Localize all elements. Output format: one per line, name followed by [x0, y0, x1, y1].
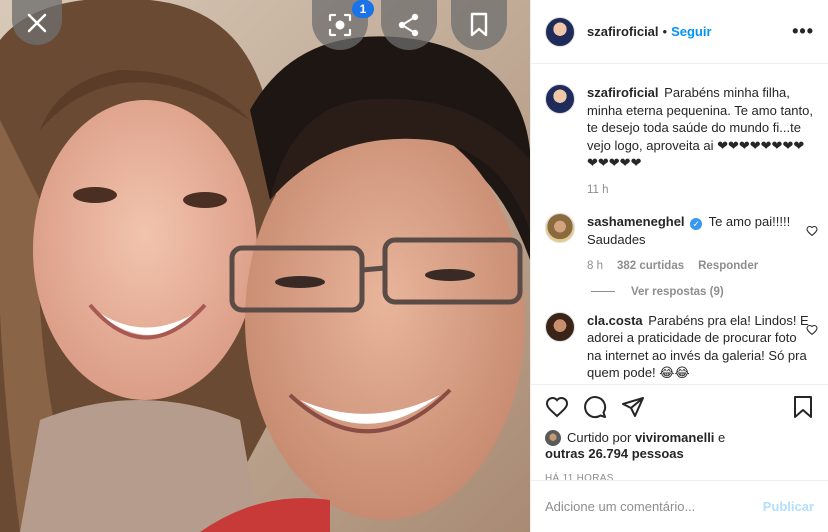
like-button[interactable]	[545, 395, 569, 419]
reply-button[interactable]: Responder	[698, 258, 758, 276]
commenter-username[interactable]: sashameneghel	[587, 214, 685, 229]
caption-time[interactable]: 11 h	[587, 182, 609, 200]
lens-icon	[328, 13, 352, 37]
bookmark-icon	[470, 12, 488, 37]
post-photo: 1	[0, 0, 530, 532]
post-details-panel: szafiroficial • Seguir ••• szafiroficial…	[530, 0, 828, 532]
view-replies-label: Ver respostas (9)	[631, 285, 724, 298]
replies-divider	[591, 291, 615, 292]
comments-list[interactable]: szafiroficial Parabéns minha filha, minh…	[531, 64, 828, 384]
commenter-avatar[interactable]	[545, 213, 575, 243]
author-avatar[interactable]	[545, 16, 575, 47]
liked-by-suffix: e	[718, 430, 726, 445]
close-icon	[27, 13, 47, 32]
save-post-button[interactable]	[792, 395, 814, 419]
selfie-image	[0, 0, 530, 532]
comment-bubble-icon	[584, 396, 607, 419]
comment-item: cla.costa Parabéns pra ela! Lindos! E ad…	[545, 311, 818, 382]
bookmark-icon	[794, 396, 812, 418]
post-header: szafiroficial • Seguir •••	[531, 0, 828, 64]
caption: szafiroficial Parabéns minha filha, minh…	[545, 84, 814, 199]
author-username[interactable]: szafiroficial	[587, 24, 659, 39]
publish-button[interactable]: Publicar	[763, 499, 814, 514]
commenter-avatar[interactable]	[545, 311, 575, 342]
add-comment-bar: Adicione um comentário... Publicar	[531, 480, 828, 532]
post-actions: Curtido por viviromanelli e outras 26.79…	[531, 384, 828, 484]
like-comment-heart-icon[interactable]	[806, 225, 818, 237]
comment-input[interactable]: Adicione um comentário...	[545, 499, 763, 514]
heart-icon	[545, 396, 569, 418]
view-replies-button[interactable]: Ver respostas (9)	[591, 286, 814, 298]
instagram-post-viewer: 1 szafiroficial • Seguir ••• szafirofici…	[0, 0, 828, 532]
comment-button[interactable]	[583, 395, 607, 419]
paper-plane-icon	[622, 397, 644, 417]
follow-button[interactable]: Seguir	[671, 24, 711, 39]
liked-by-prefix: Curtido por	[567, 430, 632, 445]
notification-badge: 1	[352, 0, 374, 18]
likes-count[interactable]: outras 26.794 pessoas	[545, 446, 814, 461]
comment-item: sashameneghel ✓ Te amo pai!!!!! Saudades…	[545, 213, 818, 276]
caption-avatar[interactable]	[545, 84, 575, 114]
liked-by: Curtido por viviromanelli e	[545, 429, 814, 446]
separator-dot: •	[662, 24, 668, 39]
liker-avatar[interactable]	[545, 429, 561, 446]
more-options-button[interactable]: •••	[792, 21, 814, 42]
share-post-button[interactable]	[621, 395, 645, 419]
caption-username[interactable]: szafiroficial	[587, 85, 659, 100]
comment-time[interactable]: 8 h	[587, 258, 603, 276]
comment-likes[interactable]: 382 curtidas	[617, 258, 684, 276]
share-icon	[398, 13, 419, 37]
liker-username[interactable]: viviromanelli	[635, 430, 714, 445]
verified-badge-icon: ✓	[690, 218, 703, 230]
commenter-username[interactable]: cla.costa	[587, 313, 643, 328]
like-comment-heart-icon[interactable]	[806, 324, 818, 336]
